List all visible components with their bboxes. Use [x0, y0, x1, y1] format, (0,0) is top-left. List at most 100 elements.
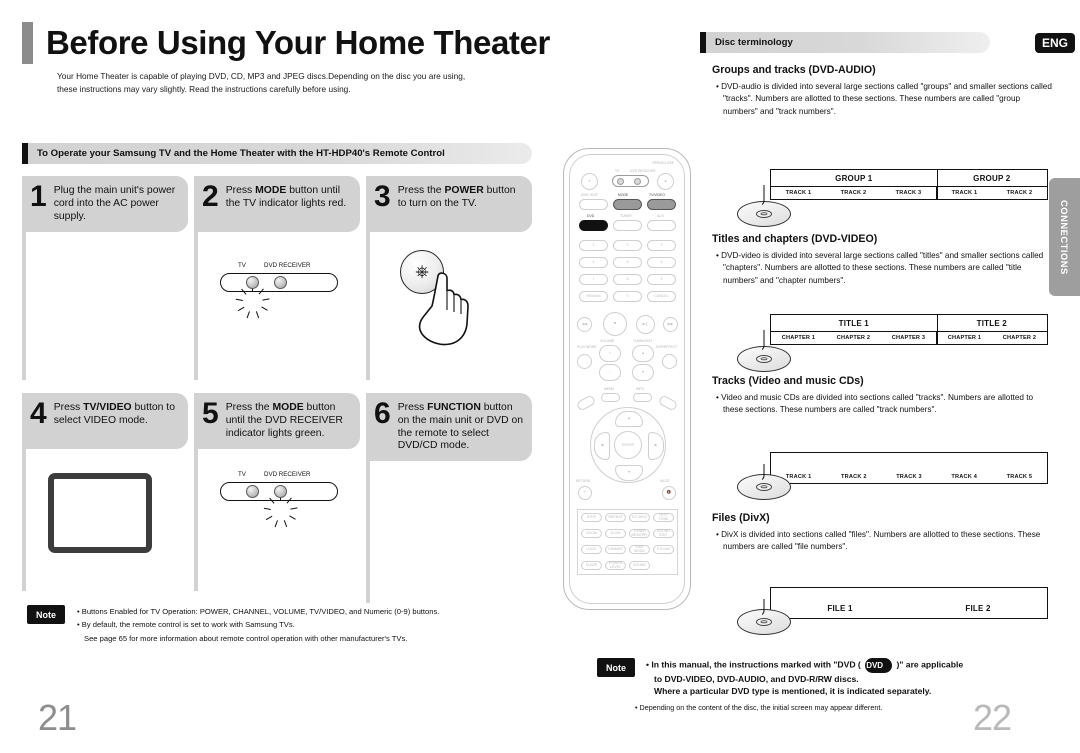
step-2-number: 2 [202, 180, 219, 213]
title-accent-bar [22, 22, 33, 64]
section-groups-tracks: Groups and tracks (DVD-AUDIO) • DVD-audi… [712, 64, 1052, 118]
section-files: Files (DivX) • DivX is divided into sect… [712, 512, 1052, 554]
hand-pointer-icon [418, 272, 469, 346]
diagram-groups-tracks: GROUP 1 GROUP 2 TRACK 1 TRACK 2 TRACK 3 … [737, 169, 1048, 227]
diagram-track-cell: TRACK 3 [896, 474, 922, 480]
diagram-title-2-label: TITLE 2 [976, 319, 1007, 328]
diagram-track-cell: TRACK 2 [1006, 190, 1033, 196]
step-2-head: 2 Press MODE button until the TV indicat… [194, 176, 360, 232]
disc-leader-line [762, 599, 765, 616]
page-title-row: Before Using Your Home Theater [22, 22, 550, 64]
dvd-receiver-led [274, 276, 287, 290]
diagram-titles-chapters: TITLE 1 TITLE 2 CHAPTER 1 CHAPTER 2 CHAP… [737, 314, 1048, 372]
step-4-text: Press TV/VIDEO button to select VIDEO mo… [53, 402, 175, 426]
step-1: 1 Plug the main unit's power cord into t… [22, 176, 188, 380]
section-banner-right: Disc terminology [700, 32, 990, 53]
note-left-line-1: • Buttons Enabled for TV Operation: POWE… [77, 607, 440, 616]
step-6-text: Press FUNCTION button on the main unit o… [397, 402, 524, 452]
note-badge-left: Note [27, 605, 65, 624]
section-banner-right-text: Disc terminology [715, 37, 793, 48]
note-right-line-4: • Depending on the content of the disc, … [635, 702, 883, 712]
step-3-text: Press the POWER button to turn on the TV… [397, 185, 516, 209]
banner-accent-bar-right [700, 32, 706, 53]
page-number-left: 21 [38, 697, 77, 738]
step-2-illustration: TV DVD RECEIVER [194, 232, 360, 380]
section-banner-left-text: To Operate your Samsung TV and the Home … [37, 148, 445, 159]
diagram-track-cell: TRACK 2 [840, 190, 867, 196]
disc-leader-line [762, 185, 765, 206]
step-5: 5 Press the MODE button until the DVD RE… [194, 393, 360, 603]
page-title: Before Using Your Home Theater [46, 24, 550, 61]
step-1-number: 1 [30, 180, 47, 213]
step-6-head: 6 Press FUNCTION button on the main unit… [366, 393, 532, 462]
connections-side-tab-label: CONNECTIONS [1059, 199, 1070, 275]
step-6-number: 6 [374, 397, 391, 430]
indicator-label-dvd: DVD RECEIVER [264, 262, 311, 269]
indicator-labels: TV DVD RECEIVER [220, 262, 340, 273]
step-2-text: Press MODE button until the TV indicator… [225, 185, 347, 209]
disc-leader-line [762, 330, 765, 351]
indicator-label-tv-2: TV [238, 471, 246, 478]
indicator-labels-2: TV DVD RECEIVER [220, 471, 340, 482]
step-5-illustration: TV DVD RECEIVER [194, 449, 360, 591]
diagram-group-divider [936, 169, 938, 200]
section-groups-tracks-title: Groups and tracks (DVD-AUDIO) [712, 64, 876, 76]
indicator-label-dvd-2: DVD RECEIVER [264, 471, 311, 478]
tv-indicator-illustration: TV DVD RECEIVER [220, 262, 340, 318]
diagram-track-cell: TRACK 4 [951, 474, 978, 480]
diagram-chapter-cell: CHAPTER 2 [836, 335, 871, 341]
step-5-text: Press the MODE button until the DVD RECE… [225, 402, 343, 439]
diagram-track-cell: TRACK 2 [840, 474, 867, 480]
dvd-chip-badge: DVD [865, 658, 893, 673]
note-badge-right: Note [597, 658, 635, 677]
step-4-number: 4 [30, 397, 47, 430]
note-left: Note • Buttons Enabled for TV Operation:… [27, 605, 439, 645]
diagram-title-divider [936, 314, 938, 345]
dvd-receiver-led-2 [274, 485, 287, 499]
note-right-lines: • In this manual, the instructions marke… [646, 658, 963, 698]
step-4-head: 4 Press TV/VIDEO button to select VIDEO … [22, 393, 188, 449]
power-button-illustration: ⎈ [400, 250, 469, 346]
note-right-line-1: • In this manual, the instructions marke… [646, 658, 963, 673]
section-groups-tracks-body: • DVD-audio is divided into several larg… [716, 82, 1052, 116]
section-tracks-body: • Video and music CDs are divided into s… [716, 393, 1034, 415]
step-5-head: 5 Press the MODE button until the DVD RE… [194, 393, 360, 449]
step-1-illustration [22, 232, 188, 380]
diagram-track-cell: TRACK 3 [895, 190, 922, 196]
note-left-line-3: See page 65 for more information about r… [84, 633, 408, 643]
section-titles-chapters: Titles and chapters (DVD-VIDEO) • DVD-vi… [712, 233, 1052, 287]
step-1-text: Plug the main unit's power cord into the… [53, 185, 176, 222]
section-banner-left: To Operate your Samsung TV and the Home … [22, 143, 532, 164]
step-3-head: 3 Press the POWER button to turn on the … [366, 176, 532, 232]
diagram-file-cell: FILE 2 [965, 604, 991, 613]
note-right-line-3: Where a particular DVD type is mentioned… [654, 686, 932, 697]
indicator-pill-2 [220, 482, 338, 527]
section-titles-chapters-title: Titles and chapters (DVD-VIDEO) [712, 233, 878, 245]
language-badge: ENG [1034, 33, 1075, 53]
step-4-illustration [22, 449, 188, 591]
step-6: 6 Press FUNCTION button on the main unit… [366, 393, 532, 604]
section-titles-chapters-body: • DVD-video is divided into several larg… [716, 251, 1044, 285]
diagram-track-cell: TRACK 1 [936, 187, 992, 199]
steps-row-2: 4 Press TV/VIDEO button to select VIDEO … [22, 393, 534, 604]
note-left-lines: • Buttons Enabled for TV Operation: POWE… [77, 605, 439, 645]
section-files-title: Files (DivX) [712, 512, 770, 524]
banner-accent-bar [22, 143, 28, 164]
step-6-illustration [366, 461, 532, 604]
step-2: 2 Press MODE button until the TV indicat… [194, 176, 360, 380]
indicator-label-tv: TV [238, 262, 246, 269]
step-3-illustration: ⎈ [366, 232, 532, 380]
dvd-indicator-illustration: TV DVD RECEIVER [220, 471, 340, 527]
section-tracks: Tracks (Video and music CDs) • Video and… [712, 375, 1052, 417]
diagram-track-cell: TRACK 5 [1006, 474, 1033, 480]
section-tracks-title: Tracks (Video and music CDs) [712, 375, 864, 387]
connections-side-tab[interactable]: CONNECTIONS [1049, 178, 1080, 296]
note-left-line-2: • By default, the remote control is set … [77, 620, 295, 630]
left-page: Before Using Your Home Theater Your Home… [0, 0, 550, 753]
steps-container: 1 Plug the main unit's power cord into t… [22, 176, 534, 604]
tv-screen-frame [48, 473, 152, 553]
intro-paragraph: Your Home Theater is capable of playing … [57, 71, 466, 94]
note-right-line-2: to DVD-VIDEO, DVD-AUDIO, and DVD-R/RW di… [654, 673, 859, 684]
section-files-body: • DivX is divided into sections called "… [716, 530, 1041, 552]
disc-leader-line [762, 464, 765, 481]
